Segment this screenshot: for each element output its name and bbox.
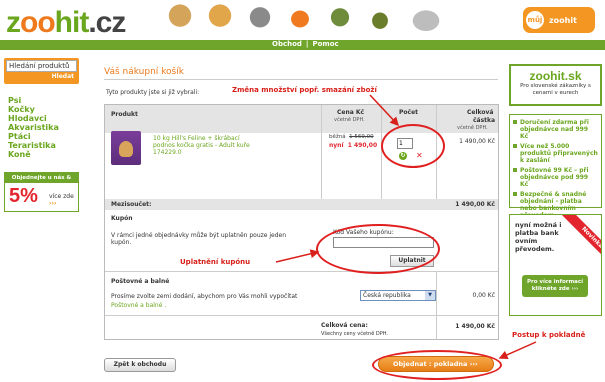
nav-help-link[interactable]: Pomoc [312, 40, 338, 48]
annotation-ring-checkout [372, 350, 502, 380]
benefit-item: Více než 5.000 produktů připravených k z… [513, 143, 598, 164]
horse-image[interactable] [402, 2, 450, 36]
benefit-item: Poštovné 99 Kč – při objednávce pod 999 … [513, 167, 598, 188]
category-kocky[interactable]: Kočky [8, 105, 59, 114]
annotation-quantity: Změna množství popř. smazání zboží [232, 86, 377, 94]
arrow-to-checkout [498, 341, 537, 360]
title-divider [104, 79, 498, 80]
cat-image[interactable] [202, 2, 238, 36]
product-code: 174229.0 [153, 149, 182, 156]
discount-promo[interactable]: Objednejte u nás & ušetříte 5% více zde … [4, 172, 79, 212]
chevron-down-icon: ▼ [425, 291, 435, 300]
shipping-link[interactable]: Poštovné a balné . [111, 302, 166, 309]
product-image[interactable] [111, 131, 141, 165]
total-note: Všechny ceny včetně DPH. [321, 331, 388, 337]
column-divider [436, 271, 437, 315]
lizard-image[interactable] [362, 2, 398, 36]
shipping-title: Poštovné a balné [111, 278, 170, 285]
promo-percent: 5% [9, 185, 38, 207]
subtotal-label: Mezisoučet: [111, 201, 152, 208]
old-price: běžná 1 569,00 [329, 134, 374, 140]
arrow-right-icon: ››› [571, 286, 579, 292]
category-teraristika[interactable]: Teraristika [8, 141, 59, 150]
annotation-ring-quantity [381, 124, 445, 168]
zoohit-sk-text: Pro slovenské zákazníky s cenami v eurec… [520, 83, 591, 96]
header-unit-price: Cena Kč [337, 109, 365, 116]
header-total: Celková [467, 109, 494, 116]
main-nav: Obchod | Pomoc [270, 40, 341, 50]
more-info-button[interactable]: Pro více informací klikněte zde ››› [522, 275, 588, 297]
category-psi[interactable]: Psi [8, 96, 59, 105]
new-price: nyní 1 490,00 [329, 142, 378, 149]
benefit-item: Doručení zdarma při objednávce nad 999 K… [513, 119, 598, 140]
total-value: 1 490,00 Kč [455, 323, 495, 330]
coupon-title: Kupón [111, 215, 133, 222]
coupon-text: V rámci jedné objednávky může být uplatn… [111, 232, 287, 246]
search-input[interactable] [6, 60, 77, 72]
nav-shop-link[interactable]: Obchod [272, 40, 302, 48]
bank-text: nyní možná i platba bank ovním převodem. [515, 221, 562, 253]
page-subtitle: Tyto produkty jste si již vybrali: [106, 89, 200, 96]
category-list: Psi Kočky Hlodavci Akvaristika Ptáci Ter… [8, 96, 59, 159]
header-unit-price-sub: včetně DPH. [334, 117, 365, 123]
category-kone[interactable]: Koně [8, 150, 59, 159]
shipping-price: 0,00 Kč [472, 292, 496, 299]
bank-transfer-promo: nyní možná i platba bank ovním převodem.… [509, 214, 602, 316]
zoohit-sk-logo: zoohit.sk [529, 69, 582, 83]
search-box: Hledat [4, 58, 79, 84]
muj-label: zoohit [549, 15, 577, 25]
arrow-right-icon: ››› [49, 200, 57, 207]
shipping-text: Prosíme zvolte zemi dodání, abychom pro … [111, 293, 298, 300]
muj-circle: můj [526, 11, 544, 29]
category-akvaristika[interactable]: Akvaristika [8, 123, 59, 132]
fish-image[interactable] [282, 2, 318, 36]
rabbit-image[interactable] [242, 2, 278, 36]
bird-image[interactable] [322, 2, 358, 36]
header-product: Produkt [111, 111, 138, 118]
nav-divider: | [305, 40, 309, 48]
column-divider [436, 315, 437, 339]
header-qty: Počet [399, 109, 419, 116]
column-divider [321, 105, 322, 199]
promo-title: Objednejte u nás & ušetříte [5, 173, 78, 191]
annotation-ring-coupon [316, 224, 440, 274]
logo[interactable]: zoohit.cz [6, 6, 126, 40]
product-name[interactable]: 10 kg Hill's Feline + škrábací podnos ko… [153, 135, 263, 156]
header-total-sub: včetně DPH. [457, 125, 488, 131]
annotation-checkout: Postup k pokladně [512, 331, 586, 339]
country-select[interactable]: Česká republika ▼ [360, 290, 436, 301]
total-label: Celková cena: [321, 322, 368, 329]
animal-banner [162, 2, 492, 38]
annotation-coupon: Uplatnění kupónu [180, 258, 251, 266]
promo-more-link[interactable]: více zde ››› [49, 193, 78, 207]
row-divider [105, 271, 498, 272]
benefits-box: Doručení zdarma při objednávce nad 999 K… [509, 114, 602, 219]
category-ptaci[interactable]: Ptáci [8, 132, 59, 141]
subtotal-row [105, 199, 498, 210]
search-button[interactable]: Hledat [6, 73, 77, 80]
row-total: 1 490,00 Kč [459, 138, 495, 145]
my-account-button[interactable]: můj zoohit [522, 6, 596, 34]
table-header [105, 105, 498, 133]
row-divider [105, 315, 498, 316]
zoohit-sk-banner[interactable]: zoohit.sk Pro slovenské zákazníky s cena… [509, 64, 602, 106]
header-total-2: částka [473, 117, 496, 124]
category-hlodavci[interactable]: Hlodavci [8, 114, 59, 123]
dog-image[interactable] [162, 2, 198, 36]
back-to-shop-button[interactable]: Zpět k obchodu [104, 358, 176, 372]
page-title: Váš nákupní košík [104, 67, 184, 77]
subtotal-value: 1 490,00 Kč [455, 201, 495, 208]
